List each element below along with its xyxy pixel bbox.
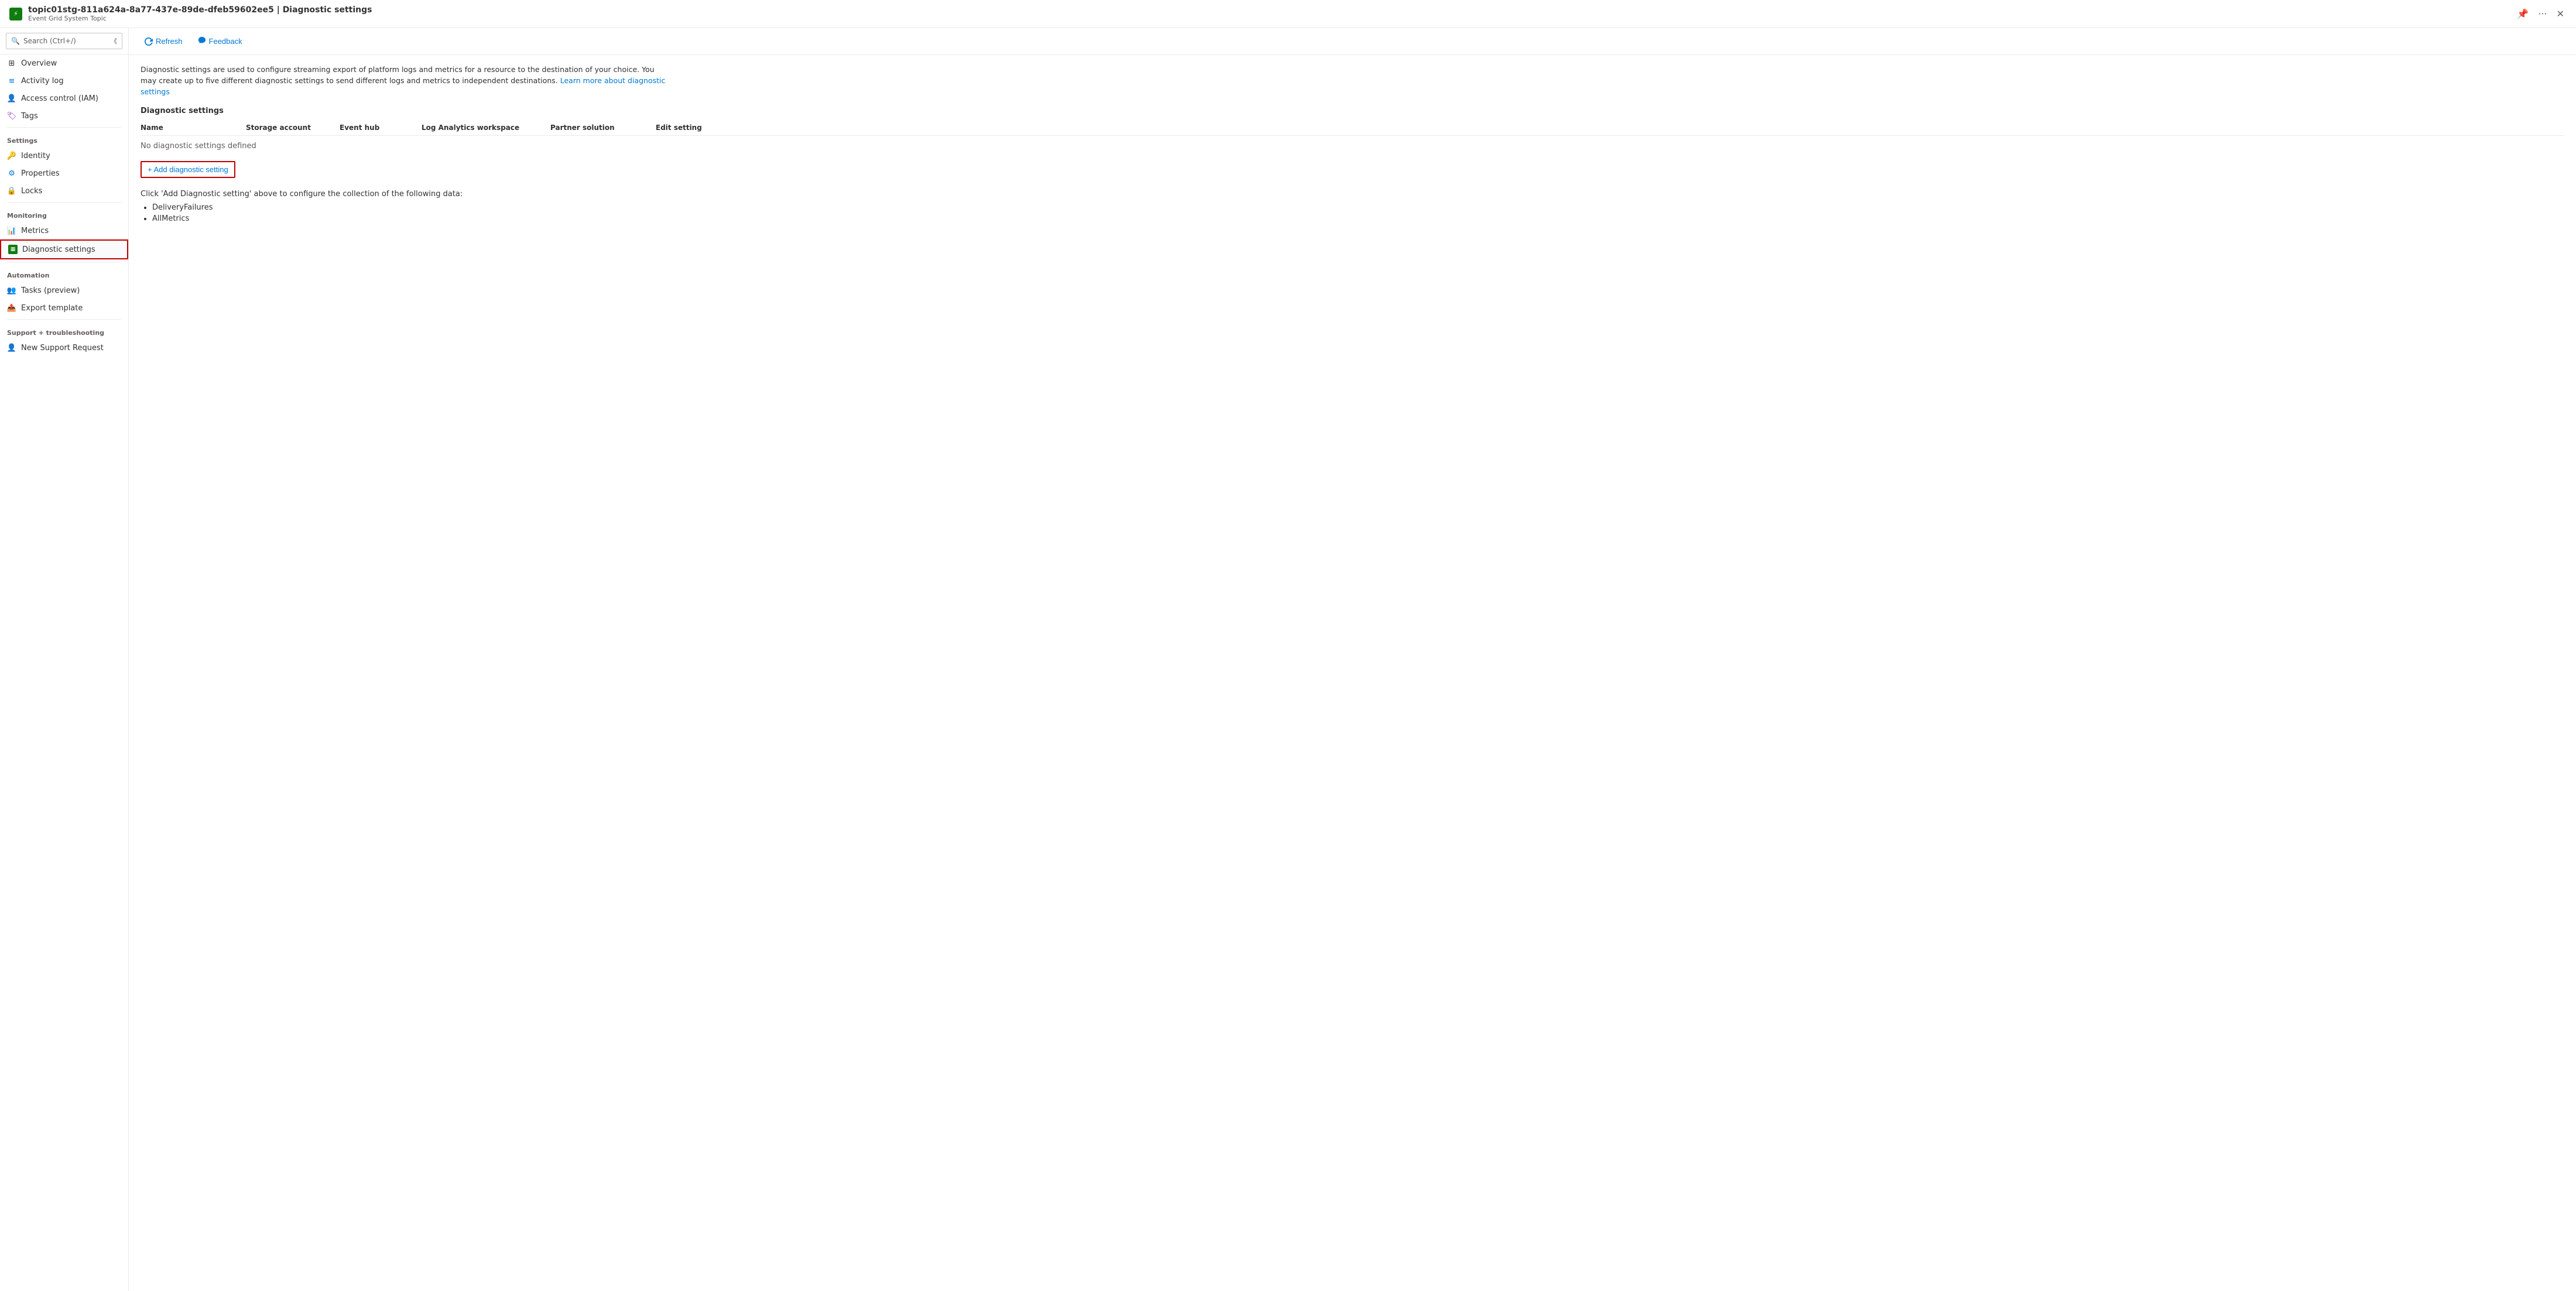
sidebar-item-overview[interactable]: ⊞ Overview [0, 54, 128, 72]
tags-icon: 🏷 [7, 111, 16, 121]
sidebar-search-area: 🔍 Search (Ctrl+/) 《 [0, 28, 128, 54]
tasks-icon: 👥 [7, 286, 16, 295]
add-setting-label: + Add diagnostic setting [148, 165, 228, 174]
sidebar-item-properties[interactable]: ⚙ Properties [0, 165, 128, 182]
toolbar: Refresh Feedback [129, 28, 2576, 55]
activity-log-icon: ≡ [7, 76, 16, 85]
sidebar-item-tags-label: Tags [21, 112, 38, 121]
page-header: ⚡ topic01stg-811a624a-8a77-437e-89de-dfe… [0, 0, 2576, 28]
diagnostic-settings-section-title: Diagnostic settings [141, 107, 2564, 115]
sidebar-item-access-control[interactable]: 👤 Access control (IAM) [0, 90, 128, 107]
sidebar-item-identity-label: Identity [21, 152, 50, 160]
refresh-icon [145, 37, 153, 46]
access-control-icon: 👤 [7, 94, 16, 103]
title-separator: | [277, 5, 280, 15]
col-log-analytics: Log Analytics workspace [422, 124, 550, 132]
sidebar-item-activity-log-label: Activity log [21, 77, 64, 85]
resource-icon: ⚡ [9, 8, 22, 20]
col-partner-solution: Partner solution [550, 124, 656, 132]
locks-icon: 🔒 [7, 186, 16, 196]
sidebar-item-support-label: New Support Request [21, 344, 104, 352]
feedback-label: Feedback [209, 37, 242, 46]
export-icon: 📤 [7, 303, 16, 313]
settings-section-label: Settings [0, 130, 128, 147]
sidebar-item-diagnostic-settings-label: Diagnostic settings [22, 245, 95, 254]
sidebar-item-locks-label: Locks [21, 187, 42, 196]
main-content: Diagnostic settings are used to configur… [129, 55, 2576, 1291]
support-section-label: Support + troubleshooting [0, 322, 128, 339]
resource-and-page-title: topic01stg-811a624a-8a77-437e-89de-dfeb5… [28, 5, 2515, 15]
page-title: Diagnostic settings [283, 5, 372, 15]
data-item-delivery-failures: DeliveryFailures [152, 203, 2564, 212]
col-edit-setting: Edit setting [656, 124, 738, 132]
click-instruction-text: Click 'Add Diagnostic setting' above to … [141, 190, 2564, 198]
sidebar-item-tags[interactable]: 🏷 Tags [0, 107, 128, 125]
table-header: Name Storage account Event hub Log Analy… [141, 120, 2564, 136]
refresh-label: Refresh [156, 37, 183, 46]
sidebar-item-diagnostic-settings[interactable]: ▦ Diagnostic settings [0, 239, 128, 259]
sidebar-item-export-template[interactable]: 📤 Export template [0, 299, 128, 317]
sidebar-item-tasks-label: Tasks (preview) [21, 286, 80, 295]
col-event-hub: Event hub [340, 124, 422, 132]
feedback-icon [198, 36, 206, 46]
refresh-button[interactable]: Refresh [138, 33, 189, 49]
sidebar-item-access-control-label: Access control (IAM) [21, 94, 98, 103]
add-diagnostic-setting-button[interactable]: + Add diagnostic setting [141, 161, 235, 178]
resource-type: Event Grid System Topic [28, 15, 2515, 22]
sidebar-item-tasks-preview[interactable]: 👥 Tasks (preview) [0, 282, 128, 299]
sidebar-item-properties-label: Properties [21, 169, 60, 178]
resource-id: topic01stg-811a624a-8a77-437e-89de-dfeb5… [28, 5, 274, 15]
support-icon: 👤 [7, 343, 16, 352]
sidebar-item-activity-log[interactable]: ≡ Activity log [0, 72, 128, 90]
description-text: Diagnostic settings are used to configur… [141, 64, 667, 97]
header-actions: 📌 ··· ✕ [2515, 6, 2567, 22]
diagnostic-settings-icon: ▦ [8, 245, 18, 254]
sidebar-item-locks[interactable]: 🔒 Locks [0, 182, 128, 200]
overview-icon: ⊞ [7, 59, 16, 68]
feedback-button[interactable]: Feedback [191, 33, 249, 50]
sidebar-item-metrics-label: Metrics [21, 227, 49, 235]
data-item-all-metrics: AllMetrics [152, 214, 2564, 223]
data-items-list: DeliveryFailures AllMetrics [141, 203, 2564, 223]
identity-icon: 🔑 [7, 151, 16, 160]
collapse-sidebar-button[interactable]: 《 [111, 36, 117, 46]
search-icon: 🔍 [11, 37, 20, 45]
col-name: Name [141, 124, 246, 132]
pin-icon[interactable]: 📌 [2515, 6, 2531, 22]
sidebar-item-export-label: Export template [21, 304, 83, 313]
search-input[interactable]: 🔍 Search (Ctrl+/) 《 [6, 33, 122, 49]
main-layout: 🔍 Search (Ctrl+/) 《 ⊞ Overview ≡ Activit… [0, 28, 2576, 1291]
sidebar-item-overview-label: Overview [21, 59, 57, 68]
search-placeholder: Search (Ctrl+/) [23, 37, 76, 45]
no-settings-message: No diagnostic settings defined [141, 136, 2564, 156]
close-icon[interactable]: ✕ [2554, 6, 2567, 22]
sidebar-item-new-support-request[interactable]: 👤 New Support Request [0, 339, 128, 357]
sidebar: 🔍 Search (Ctrl+/) 《 ⊞ Overview ≡ Activit… [0, 28, 129, 1291]
sidebar-item-identity[interactable]: 🔑 Identity [0, 147, 128, 165]
sidebar-item-metrics[interactable]: 📊 Metrics [0, 222, 128, 239]
header-title-block: topic01stg-811a624a-8a77-437e-89de-dfeb5… [28, 5, 2515, 22]
metrics-icon: 📊 [7, 226, 16, 235]
automation-section-label: Automation [0, 265, 128, 282]
monitoring-section-label: Monitoring [0, 205, 128, 222]
more-options-icon[interactable]: ··· [2536, 6, 2549, 22]
properties-icon: ⚙ [7, 169, 16, 178]
col-storage-account: Storage account [246, 124, 340, 132]
